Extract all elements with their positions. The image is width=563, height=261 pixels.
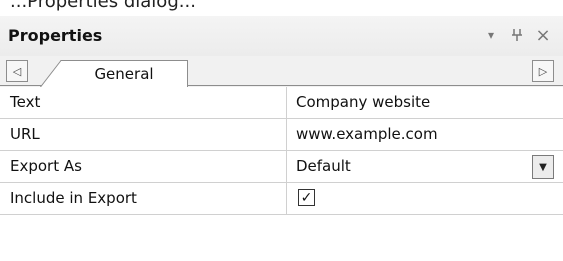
pin-icon-shape bbox=[512, 29, 522, 41]
panel-titlebar: Properties ▾ × bbox=[0, 16, 563, 56]
property-value-input[interactable]: www.example.com bbox=[288, 119, 563, 150]
property-row-include-in-export: Include in Export ✓ bbox=[0, 183, 563, 215]
panel-options-dropdown-icon[interactable]: ▾ bbox=[480, 24, 502, 46]
panel-title: Properties bbox=[8, 26, 103, 45]
property-name: Export As bbox=[0, 151, 287, 182]
chevron-down-icon[interactable]: ▼ bbox=[532, 155, 554, 179]
property-name: URL bbox=[0, 119, 287, 150]
properties-panel: Properties ▾ × ◁ General ▷ Text Company … bbox=[0, 16, 563, 261]
include-in-export-checkbox[interactable]: ✓ bbox=[298, 189, 315, 206]
tab-scroll-right-button[interactable]: ▷ bbox=[532, 60, 554, 82]
property-row-export-as: Export As Default ▼ bbox=[0, 151, 563, 183]
property-value-combo[interactable]: Default bbox=[288, 151, 563, 182]
pin-icon[interactable] bbox=[506, 24, 528, 46]
tab-strip: ◁ General ▷ bbox=[0, 56, 563, 87]
close-icon[interactable]: × bbox=[532, 24, 554, 46]
property-value-input[interactable]: Company website bbox=[288, 87, 563, 118]
property-row-url: URL www.example.com bbox=[0, 119, 563, 151]
property-row-text: Text Company website bbox=[0, 87, 563, 119]
tab-slant-edge bbox=[40, 60, 62, 87]
tab-scroll-left-button[interactable]: ◁ bbox=[6, 60, 28, 82]
caption-text: ...Properties dialog... bbox=[10, 0, 196, 12]
cropped-caption-text: ...Properties dialog... bbox=[0, 0, 563, 16]
property-grid: Text Company website URL www.example.com… bbox=[0, 87, 563, 261]
property-name: Include in Export bbox=[0, 183, 287, 214]
tab-label: General bbox=[94, 65, 154, 83]
property-name: Text bbox=[0, 87, 287, 118]
